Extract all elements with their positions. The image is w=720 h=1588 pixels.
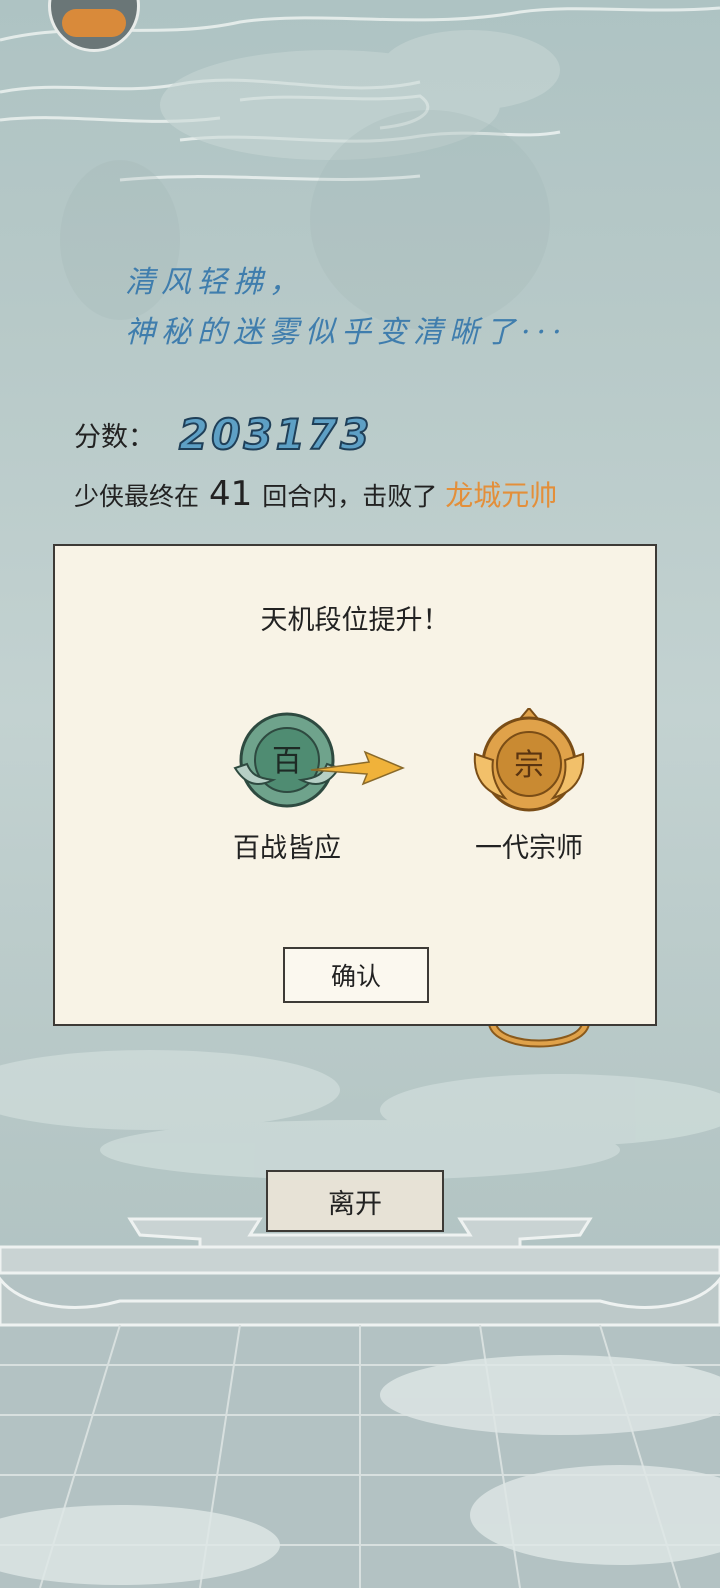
score-row: 分数： 203173 — [74, 409, 373, 460]
rank-up-dialog: 天机段位提升！ 百 百战皆应 宗 一代宗师 确认 — [53, 544, 657, 1026]
to-badge-char: 宗 — [514, 748, 544, 783]
dialog-title: 天机段位提升！ — [260, 605, 450, 636]
score-value: 203173 — [178, 409, 373, 460]
avatar-icon — [62, 9, 126, 37]
poem-text: 清风轻拂， 神秘的迷雾似乎变清晰了··· — [125, 265, 568, 350]
from-badge-char: 百 — [272, 744, 302, 779]
confirm-button[interactable]: 确认 — [283, 947, 429, 1003]
boss-name: 龙城元帅 — [445, 479, 558, 512]
new-rank: 宗 一代宗师 — [439, 706, 619, 865]
battle-result: 少侠最终在 41 回合内，击败了 龙城元帅 — [74, 474, 557, 514]
result-middle: 回合内，击败了 — [262, 482, 438, 511]
previous-rank-name: 百战皆应 — [233, 833, 341, 864]
result-prefix: 少侠最终在 — [74, 482, 200, 511]
medal-icon — [487, 1024, 591, 1048]
arrow-right-icon — [310, 750, 405, 786]
gold-badge-icon: 宗 — [473, 706, 585, 812]
score-label: 分数： — [74, 422, 155, 453]
new-rank-name: 一代宗师 — [475, 833, 583, 864]
round-count: 41 — [209, 474, 253, 514]
courtyard-floor — [0, 1217, 720, 1588]
